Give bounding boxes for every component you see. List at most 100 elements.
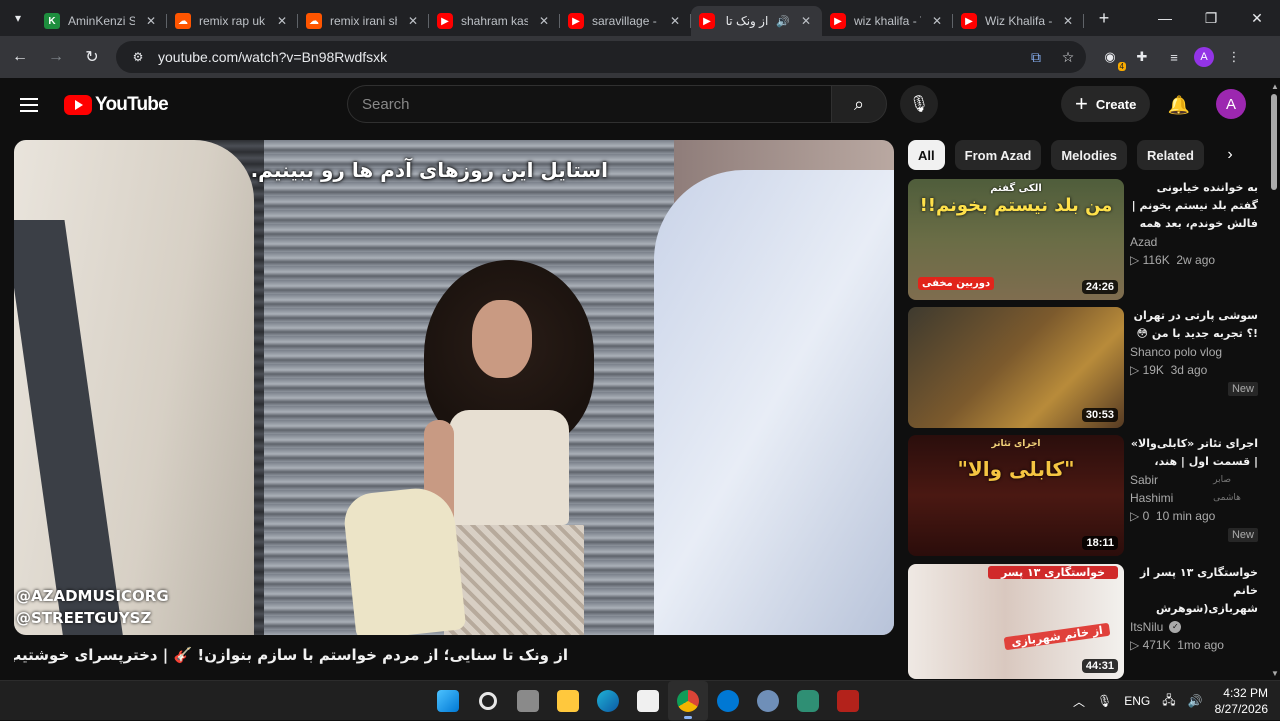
new-badge: New — [1227, 382, 1258, 396]
close-tab-icon[interactable]: ✕ — [405, 14, 421, 28]
media-controls-icon[interactable]: ≡ — [1162, 45, 1186, 69]
recommendation-title[interactable]: خواستگاری ۱۳ پسر از خانم شهربازی(شوهرش د… — [1130, 564, 1258, 618]
chip-related[interactable]: Related — [1136, 140, 1204, 170]
voice-search-button[interactable]: 🎙 — [900, 85, 938, 123]
close-tab-icon[interactable]: ✕ — [798, 14, 814, 28]
browser-tab[interactable]: ▶ Wiz Khalifa - ( ✕ — [953, 6, 1084, 36]
browser-tab[interactable]: ▶ shahram kash ✕ — [429, 6, 560, 36]
thumbnail-text: از خانم شهربازی — [1003, 622, 1111, 651]
speaker-icon[interactable]: 🔊 — [776, 15, 790, 28]
forward-button[interactable]: → — [40, 41, 72, 73]
close-tab-icon[interactable]: ✕ — [929, 14, 945, 28]
close-tab-icon[interactable]: ✕ — [536, 14, 552, 28]
recommendation-title[interactable]: اجرای تئاتر «کابلی‌والا» | قسمت اول | هن… — [1130, 435, 1258, 471]
start-button[interactable] — [428, 681, 468, 721]
new-tab-button[interactable]: + — [1090, 4, 1118, 32]
account-avatar[interactable]: A — [1216, 89, 1246, 119]
bookmark-star-icon[interactable]: ☆ — [1056, 45, 1080, 69]
minimize-icon[interactable]: — — [1142, 0, 1188, 36]
back-button[interactable]: ← — [4, 41, 36, 73]
store-button[interactable] — [628, 681, 668, 721]
recommendation-item[interactable]: خواستگاری ۱۳ پسر از خانم شهربازی 44:31 خ… — [908, 564, 1258, 679]
task-view-button[interactable] — [508, 681, 548, 721]
recommendation-title[interactable]: سوشی پارتی در تهران !؟ تجربه جدید با من … — [1130, 307, 1258, 343]
close-tab-icon[interactable]: ✕ — [274, 14, 290, 28]
reload-button[interactable]: ↻ — [76, 41, 108, 73]
taskbar-search[interactable] — [468, 681, 508, 721]
youtube-wordmark: YouTube — [95, 94, 169, 115]
channel-name-alt: صابر هاشمی — [1213, 475, 1241, 503]
edge-button[interactable] — [588, 681, 628, 721]
youtube-logo[interactable]: YouTube — [64, 94, 169, 116]
video-player[interactable]: استایل این روزهای آدم ها رو ببینیم. @AZA… — [14, 140, 894, 635]
app-button[interactable] — [708, 681, 748, 721]
site-info-icon[interactable]: ⚙ — [126, 45, 150, 69]
restore-icon[interactable]: ❐ — [1188, 0, 1234, 36]
jacket — [341, 484, 467, 635]
channel-name[interactable]: ItsNilu — [1130, 618, 1163, 636]
app-button[interactable] — [788, 681, 828, 721]
install-app-icon[interactable]: ⧉ — [1024, 45, 1048, 69]
search-input[interactable] — [362, 95, 831, 113]
search-box[interactable] — [347, 85, 831, 123]
create-button[interactable]: + Create — [1061, 86, 1151, 122]
video-thumbnail[interactable]: خواستگاری ۱۳ پسر از خانم شهربازی 44:31 — [908, 564, 1124, 679]
network-icon[interactable]: 🖧 — [1162, 691, 1175, 712]
browser-tab-active[interactable]: ▶ از ونک تا س 🔊 ✕ — [691, 6, 822, 36]
browser-tab[interactable]: ▶ saravillage - Y ✕ — [560, 6, 691, 36]
view-count: 19K — [1142, 363, 1164, 377]
chrome-button[interactable] — [668, 681, 708, 721]
video-thumbnail[interactable]: اجرای تئاتر "کابلی والا" 18:11 — [908, 435, 1124, 556]
address-bar[interactable]: ⚙ youtube.com/watch?v=Bn98Rwdfsxk ⧉ ☆ — [116, 41, 1086, 73]
chip-from-azad[interactable]: From Azad — [954, 140, 1042, 170]
page-scrollbar[interactable]: ▲ ▼ — [1268, 78, 1280, 680]
file-explorer-button[interactable] — [548, 681, 588, 721]
browser-tab[interactable]: ☁ remix irani she ✕ — [298, 6, 429, 36]
profile-avatar[interactable]: A — [1194, 47, 1214, 67]
recommendation-item[interactable]: اجرای تئاتر "کابلی والا" 18:11 اجرای تئا… — [908, 435, 1258, 556]
browser-tab[interactable]: K AminKenzi Str ✕ — [36, 6, 167, 36]
tab-search-button[interactable]: ▾ — [4, 4, 32, 32]
chevron-right-icon[interactable]: › — [1218, 143, 1242, 167]
scrollbar-thumb[interactable] — [1271, 94, 1277, 190]
filter-chips: All From Azad Melodies Related — [908, 140, 1253, 170]
browser-tab[interactable]: ☁ remix rap uk n ✕ — [167, 6, 298, 36]
search-button[interactable]: ⌕ — [831, 85, 887, 123]
plus-icon: + — [1075, 91, 1088, 116]
game-icon — [837, 690, 859, 712]
channel-name[interactable]: Shanco polo vlog — [1130, 343, 1258, 361]
close-tab-icon[interactable]: ✕ — [667, 14, 683, 28]
video-thumbnail[interactable]: الکی گفتم من بلد نیستم بخونم!! دوربین مخ… — [908, 179, 1124, 300]
channel-name[interactable]: Sabir Hashimi — [1130, 471, 1199, 507]
chip-all[interactable]: All — [908, 140, 945, 170]
view-count: 471K — [1142, 638, 1171, 652]
chip-melodies[interactable]: Melodies — [1051, 140, 1127, 170]
notifications-bell-icon[interactable]: 🔔 — [1166, 92, 1192, 118]
puzzle-icon[interactable]: ✚ — [1130, 45, 1154, 69]
language-indicator[interactable]: ENG — [1124, 694, 1150, 708]
extension-icon[interactable]: ◉ 4 — [1098, 45, 1126, 71]
tab-title: remix rap uk n — [199, 14, 266, 28]
recommendation-item[interactable]: 30:53 سوشی پارتی در تهران !؟ تجربه جدید … — [908, 307, 1258, 428]
recommendation-item[interactable]: الکی گفتم من بلد نیستم بخونم!! دوربین مخ… — [908, 179, 1258, 300]
close-tab-icon[interactable]: ✕ — [143, 14, 159, 28]
volume-icon[interactable]: 🔊 — [1188, 694, 1203, 708]
thumbnail-text: "کابلی والا" — [957, 457, 1075, 481]
kebab-menu-icon[interactable]: ⋮ — [1222, 45, 1246, 69]
scroll-down-icon[interactable]: ▼ — [1271, 669, 1279, 678]
close-window-icon[interactable]: ✕ — [1234, 0, 1280, 36]
recommendation-title[interactable]: به خواننده خیابونی گفتم بلد نیستم بخونم … — [1130, 179, 1258, 233]
menu-icon[interactable] — [20, 93, 44, 117]
app-button[interactable] — [828, 681, 868, 721]
channel-name[interactable]: Azad — [1130, 233, 1258, 251]
clock[interactable]: 4:32 PM 8/27/2026 — [1215, 685, 1268, 717]
tab-title: remix irani she — [330, 14, 397, 28]
browser-tab[interactable]: ▶ wiz khalifa - Y ✕ — [822, 6, 953, 36]
chevron-up-icon[interactable]: ︿ — [1073, 693, 1085, 710]
url-text[interactable]: youtube.com/watch?v=Bn98Rwdfsxk — [158, 49, 1024, 65]
scroll-up-icon[interactable]: ▲ — [1271, 82, 1279, 91]
microphone-icon[interactable]: 🎙 — [1097, 694, 1112, 708]
close-tab-icon[interactable]: ✕ — [1060, 14, 1076, 28]
video-thumbnail[interactable]: 30:53 — [908, 307, 1124, 428]
app-button[interactable] — [748, 681, 788, 721]
